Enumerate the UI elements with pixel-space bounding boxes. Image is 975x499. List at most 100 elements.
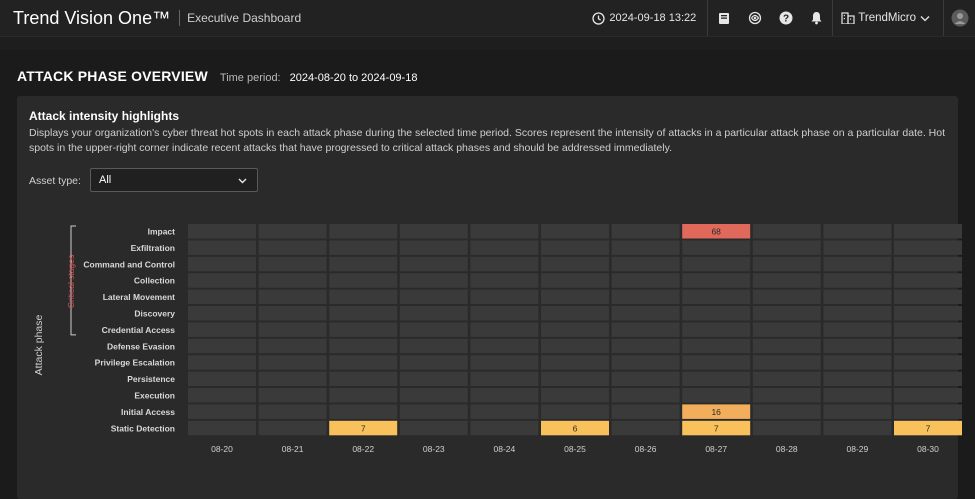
heatmap-cell[interactable] [541,404,609,419]
heatmap-cell[interactable] [329,256,398,272]
heatmap-cell[interactable] [258,420,327,436]
heatmap-cell[interactable] [188,404,256,419]
heatmap-cell[interactable] [611,404,680,419]
heatmap-cell[interactable] [823,420,892,436]
heatmap-cell[interactable] [823,256,892,272]
heatmap-cell[interactable] [752,420,821,436]
heatmap-cell[interactable] [399,256,468,272]
heatmap-cell[interactable] [258,355,327,370]
heatmap-cell[interactable] [752,273,821,288]
heatmap-cell[interactable] [752,388,821,403]
heatmap-cell[interactable] [399,388,468,403]
heatmap-cell[interactable] [823,404,892,419]
heatmap-cell[interactable] [258,256,327,272]
heatmap-cell[interactable] [541,371,609,387]
heatmap-cell[interactable] [399,322,468,337]
heatmap-cell[interactable] [752,322,821,337]
heatmap-cell[interactable] [823,240,892,255]
heatmap-cell[interactable] [682,388,751,403]
heatmap-cell[interactable] [258,306,327,321]
heatmap-cell[interactable] [894,289,962,305]
heatmap-cell[interactable] [470,224,539,239]
heatmap-cell[interactable] [823,224,892,239]
heatmap-cell[interactable] [329,355,398,370]
heatmap-cell[interactable] [611,388,680,403]
heatmap-cell[interactable] [752,371,821,387]
heatmap-cell[interactable] [258,273,327,288]
heatmap-cell[interactable] [470,240,539,255]
heatmap-cell[interactable] [399,240,468,255]
heatmap-cell[interactable] [329,306,398,321]
heatmap-cell[interactable] [329,240,398,255]
heatmap-cell[interactable] [823,371,892,387]
heatmap-cell[interactable] [399,420,468,436]
heatmap-cell[interactable] [823,322,892,337]
heatmap-cell[interactable] [329,404,398,419]
heatmap-cell[interactable] [258,289,327,305]
heatmap-cell[interactable] [894,306,962,321]
heatmap-cell[interactable] [541,322,609,337]
heatmap-cell[interactable] [682,355,751,370]
heatmap-cell[interactable] [258,371,327,387]
heatmap-cell[interactable] [470,355,539,370]
heatmap-cell[interactable] [470,388,539,403]
heatmap-cell[interactable] [329,273,398,288]
heatmap-cell[interactable] [188,338,256,354]
heatmap-cell[interactable] [682,338,751,354]
heatmap-cell[interactable] [188,256,256,272]
heatmap-cell[interactable] [541,224,609,239]
heatmap-cell[interactable] [399,404,468,419]
heatmap-cell[interactable] [752,289,821,305]
heatmap-cell[interactable] [894,322,962,337]
heatmap-cell[interactable] [823,388,892,403]
heatmap-cell[interactable] [399,273,468,288]
heatmap-cell[interactable] [611,355,680,370]
heatmap-cell[interactable] [188,306,256,321]
heatmap-cell[interactable] [399,371,468,387]
heatmap-cell[interactable] [470,273,539,288]
heatmap-cell[interactable] [188,224,256,239]
heatmap-cell[interactable] [541,240,609,255]
heatmap-cell[interactable] [541,256,609,272]
heatmap-cell[interactable] [823,338,892,354]
heatmap-cell[interactable] [682,256,751,272]
heatmap-cell[interactable] [752,224,821,239]
heatmap-cell[interactable] [894,338,962,354]
heatmap-cell[interactable] [399,224,468,239]
heatmap-cell[interactable] [611,371,680,387]
heatmap-cell[interactable] [894,355,962,370]
heatmap-cell[interactable] [894,371,962,387]
heatmap-cell[interactable] [823,273,892,288]
heatmap-cell[interactable] [894,256,962,272]
heatmap-cell[interactable] [682,306,751,321]
heatmap-cell[interactable] [682,322,751,337]
heatmap-cell[interactable] [752,355,821,370]
heatmap-cell[interactable] [399,355,468,370]
heatmap-cell[interactable] [752,338,821,354]
heatmap-cell[interactable] [470,256,539,272]
heatmap-cell[interactable] [752,404,821,419]
heatmap-cell[interactable] [470,371,539,387]
heatmap-cell[interactable] [470,306,539,321]
heatmap-cell[interactable] [611,306,680,321]
heatmap-cell[interactable] [823,289,892,305]
heatmap-cell[interactable] [329,338,398,354]
heatmap-cell[interactable] [329,224,398,239]
heatmap-cell[interactable] [399,289,468,305]
heatmap-cell[interactable] [611,273,680,288]
heatmap-cell[interactable] [611,224,680,239]
heatmap-cell[interactable] [611,289,680,305]
heatmap-cell[interactable] [258,224,327,239]
heatmap-cell[interactable] [188,420,256,436]
heatmap-cell[interactable] [470,289,539,305]
heatmap-cell[interactable] [752,256,821,272]
heatmap-cell[interactable] [541,355,609,370]
heatmap-cell[interactable] [188,273,256,288]
heatmap-cell[interactable] [894,240,962,255]
heatmap-cell[interactable] [611,338,680,354]
heatmap-cell[interactable] [823,355,892,370]
heatmap-cell[interactable] [188,289,256,305]
heatmap-cell[interactable] [541,388,609,403]
heatmap-cell[interactable] [258,388,327,403]
heatmap-cell[interactable] [752,306,821,321]
